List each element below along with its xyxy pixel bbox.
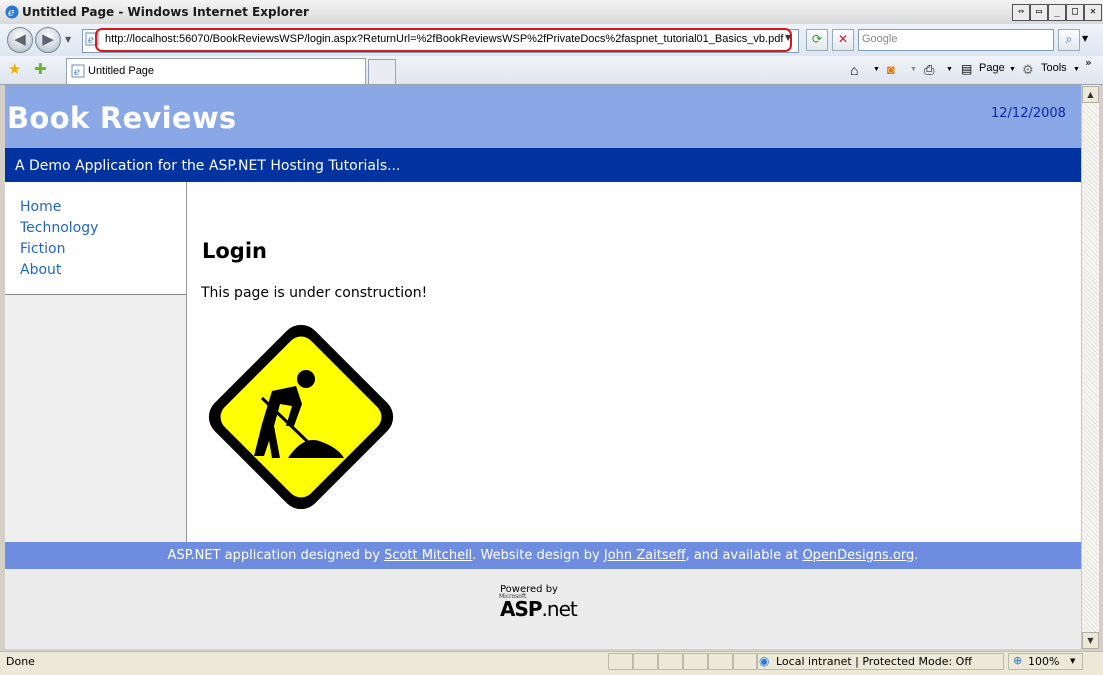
page-viewport: Book Reviews 12/12/2008 A Demo Applicati…: [5, 85, 1081, 649]
vertical-scrollbar[interactable]: [1081, 85, 1099, 649]
under-construction-sign-image: [208, 324, 394, 510]
history-dropdown-icon[interactable]: ▼: [65, 35, 71, 44]
site-title: Book Reviews: [7, 101, 237, 135]
gear-icon: ⚙: [1022, 62, 1034, 77]
home-dropdown-icon[interactable]: ▼: [873, 66, 880, 73]
status-panel: [708, 653, 733, 670]
footer-middle: . Website design by: [472, 548, 604, 563]
scroll-down-button[interactable]: ▼: [1082, 632, 1099, 649]
search-options-icon[interactable]: ▼: [1082, 34, 1088, 43]
header-date: 12/12/2008: [991, 106, 1066, 121]
svg-text:e: e: [88, 35, 94, 46]
status-panel: [608, 653, 633, 670]
page-heading: Login: [202, 239, 267, 263]
status-text: Done: [6, 655, 35, 668]
menu-item-about[interactable]: About: [20, 262, 61, 278]
aspnet-logo[interactable]: ASP.net: [500, 597, 578, 621]
footer-prefix: ASP.NET application designed by: [167, 548, 385, 563]
menu-item-technology[interactable]: Technology: [20, 220, 98, 236]
aspnet-logo-bold: ASP: [500, 597, 543, 621]
window-titlebar: e Untitled Page - Windows Internet Explo…: [0, 0, 1103, 25]
site-header: Book Reviews 12/12/2008: [5, 85, 1081, 148]
search-placeholder: Google: [862, 33, 898, 45]
address-url[interactable]: http://localhost:56070/BookReviewsWSP/lo…: [105, 33, 783, 45]
address-dropdown-icon[interactable]: ▼: [785, 33, 791, 42]
print-icon[interactable]: ⎙: [924, 62, 934, 78]
intranet-globe-icon: ◉: [759, 654, 770, 668]
site-subtitle: A Demo Application for the ASP.NET Hosti…: [15, 158, 401, 174]
tools-menu[interactable]: Tools: [1041, 62, 1067, 74]
footer-credits: ASP.NET application designed by Scott Mi…: [5, 548, 1081, 563]
security-zone-text[interactable]: Local intranet | Protected Mode: Off: [776, 655, 972, 668]
svg-text:e: e: [8, 6, 15, 19]
footer-suffix: .: [914, 548, 919, 563]
status-panel: [633, 653, 658, 670]
home-icon[interactable]: ⌂: [850, 62, 858, 78]
tools-dropdown-icon[interactable]: ▼: [1073, 66, 1080, 73]
search-icon[interactable]: ⌕: [1058, 29, 1080, 51]
ie-logo-icon: e: [5, 5, 19, 19]
sidebar-menu: Home Technology Fiction About: [5, 182, 186, 295]
footer-middle2: , and available at: [685, 548, 803, 563]
status-panel: [733, 653, 758, 670]
zoom-dropdown-icon[interactable]: ▼: [1070, 657, 1075, 665]
minimize-button[interactable]: ▭: [1030, 4, 1048, 21]
zoom-icon: ⊕: [1013, 654, 1023, 667]
menu-item-fiction[interactable]: Fiction: [20, 241, 65, 257]
tab-page-icon: e: [71, 64, 85, 78]
stop-icon[interactable]: ✕: [832, 29, 854, 51]
new-tab-button[interactable]: [368, 59, 396, 84]
close-window-button[interactable]: ✕: [1084, 4, 1102, 21]
zoom-level[interactable]: 100%: [1028, 655, 1059, 668]
restore-small-icon[interactable]: ⇔: [1012, 4, 1030, 21]
forward-button[interactable]: ▶: [35, 27, 61, 53]
back-button[interactable]: ◀: [7, 27, 33, 53]
scroll-up-button[interactable]: ▲: [1082, 86, 1099, 103]
status-panel: [683, 653, 708, 670]
refresh-icon[interactable]: ⟳: [806, 29, 828, 51]
chevron-overflow-icon[interactable]: »: [1085, 56, 1092, 69]
feeds-icon[interactable]: ◙: [887, 62, 895, 77]
status-panel: [658, 653, 683, 670]
page-icon-cmd: ▤: [961, 62, 973, 76]
svg-text:e: e: [74, 67, 80, 78]
print-dropdown-icon[interactable]: ▼: [946, 66, 953, 73]
page-dropdown-icon[interactable]: ▼: [1009, 66, 1016, 73]
maximize-button[interactable]: □: [1066, 4, 1084, 21]
john-zaitseff-link[interactable]: John Zaitseff: [604, 548, 686, 563]
page-menu[interactable]: Page: [979, 62, 1005, 74]
favorites-star-icon[interactable]: ★: [8, 60, 21, 78]
minimize-window-button[interactable]: _: [1048, 4, 1066, 21]
construction-message: This page is under construction!: [201, 285, 428, 301]
window-title: Untitled Page - Windows Internet Explore…: [22, 5, 309, 19]
aspnet-logo-rest: .net: [541, 597, 578, 621]
add-favorites-icon[interactable]: ✚: [34, 60, 47, 78]
feeds-dropdown-icon[interactable]: ▼: [910, 66, 917, 73]
opendesigns-link[interactable]: OpenDesigns.org: [802, 548, 914, 563]
tab-label: Untitled Page: [88, 65, 155, 77]
menu-item-home[interactable]: Home: [20, 199, 61, 215]
scott-mitchell-link[interactable]: Scott Mitchell: [384, 548, 472, 563]
